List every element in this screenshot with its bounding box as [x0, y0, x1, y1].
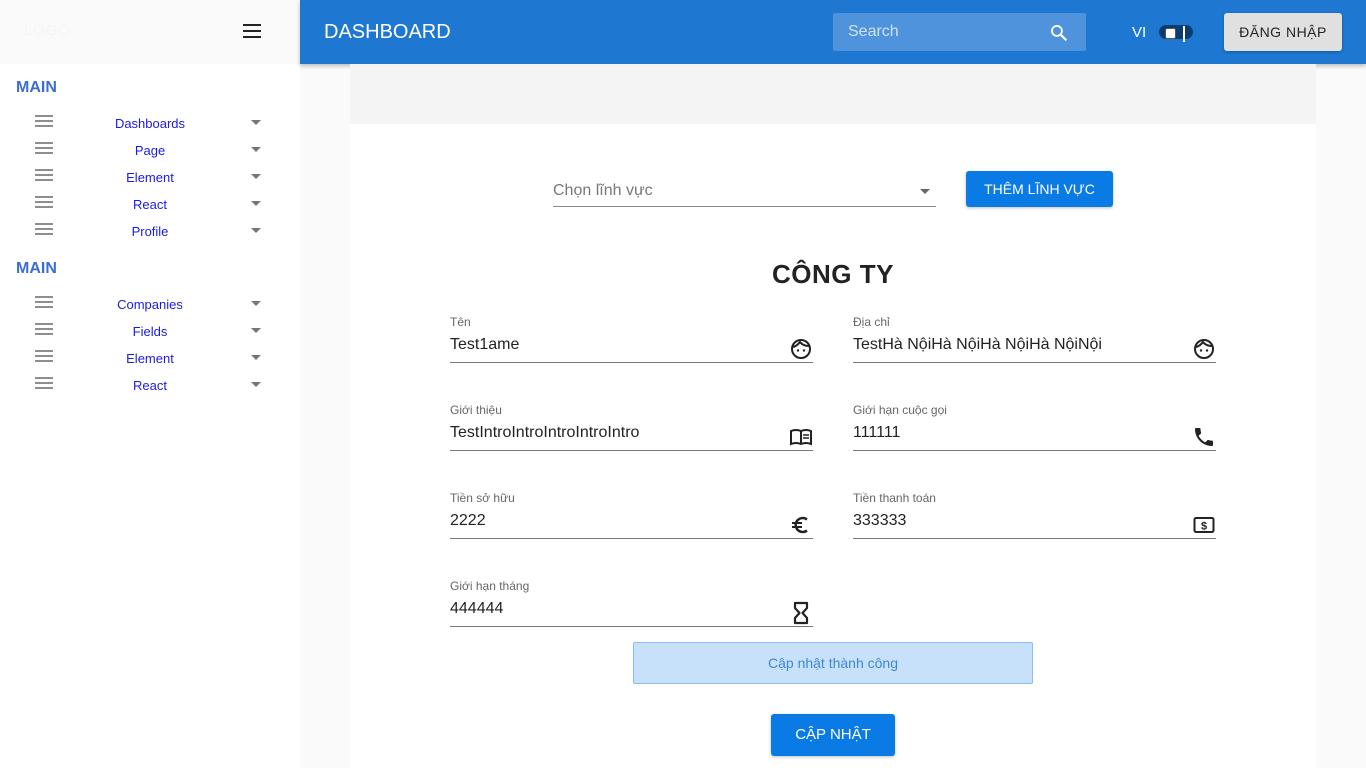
face-icon — [791, 339, 811, 359]
sidebar-item-label: Element — [126, 351, 174, 366]
list-icon — [35, 142, 53, 157]
field-label: Giới thiệu — [450, 403, 502, 417]
top-app-bar: DASHBOARD VI ĐĂNG NHẬP — [300, 0, 1366, 64]
sidebar-item-dashboards[interactable]: Dashboards — [0, 109, 300, 136]
field-label: Giới hạn cuộc gọi — [853, 403, 947, 417]
list-icon — [35, 169, 53, 184]
search-input[interactable] — [833, 13, 1043, 51]
sidebar-item-react[interactable]: React — [0, 190, 300, 217]
search-box — [833, 13, 1086, 51]
money-icon: $ — [1193, 517, 1215, 533]
sidebar-item-label: Element — [126, 170, 174, 185]
payment-field: Tiền thanh toán $ — [853, 491, 1216, 539]
list-icon — [35, 323, 53, 338]
sidebar-item-label: React — [133, 197, 167, 212]
menu-book-icon — [790, 429, 812, 446]
intro-input[interactable] — [450, 419, 780, 447]
sidebar-item-label: Profile — [131, 224, 169, 239]
sidebar-item-page[interactable]: Page — [0, 136, 300, 163]
field-label: Địa chỉ — [853, 315, 890, 329]
form-title: CÔNG TY — [772, 259, 894, 289]
list-icon — [35, 196, 53, 211]
sidebar-item-fields[interactable]: Fields — [0, 317, 300, 344]
sidebar-item-label: React — [133, 378, 167, 393]
field-select[interactable]: Chọn lĩnh vực — [553, 175, 936, 207]
list-icon — [35, 350, 53, 365]
owned-money-field: Tiền sở hữu — [450, 491, 813, 539]
list-icon — [35, 223, 53, 238]
sidebar-item-profile[interactable]: Profile — [0, 217, 300, 244]
svg-text:$: $ — [1201, 521, 1207, 533]
arrow-drop-down-icon — [251, 120, 261, 125]
name-field: Tên — [450, 315, 813, 363]
euro-icon — [792, 516, 808, 534]
address-input[interactable] — [853, 331, 1183, 359]
section-title-main-2: MAIN — [16, 260, 57, 277]
arrow-drop-down-icon — [251, 174, 261, 179]
success-toast: Cập nhật thành công — [633, 642, 1033, 684]
hourglass-icon — [793, 601, 809, 625]
arrow-drop-down-icon — [251, 147, 261, 152]
month-limit-field: Giới hạn tháng — [450, 579, 813, 627]
address-field: Địa chỉ — [853, 315, 1216, 363]
login-button[interactable]: ĐĂNG NHẬP — [1224, 13, 1342, 51]
phone-icon — [1195, 428, 1213, 446]
intro-field: Giới thiệu — [450, 403, 813, 451]
sidebar-item-label: Page — [134, 143, 166, 158]
menu-icon[interactable] — [240, 20, 264, 44]
sidebar-item-element[interactable]: Element — [0, 163, 300, 190]
arrow-drop-down-icon — [251, 301, 261, 306]
field-label: Giới hạn tháng — [450, 579, 530, 593]
arrow-drop-down-icon — [251, 355, 261, 360]
call-limit-field: Giới hạn cuộc gọi — [853, 403, 1216, 451]
sidebar-header: LOGO — [0, 0, 300, 64]
sidebar-item-element-2[interactable]: Element — [0, 344, 300, 371]
update-button[interactable]: CẬP NHẬT — [771, 714, 895, 756]
toggle-knob — [1183, 26, 1185, 42]
sidebar-item-react-2[interactable]: React — [0, 371, 300, 398]
content-header-band — [350, 64, 1316, 124]
payment-input[interactable] — [853, 507, 1183, 535]
field-label: Tiền sở hữu — [450, 491, 515, 505]
arrow-drop-down-icon — [251, 201, 261, 206]
select-placeholder: Chọn lĩnh vực — [553, 182, 653, 199]
arrow-drop-down-icon — [251, 328, 261, 333]
name-input[interactable] — [450, 331, 780, 359]
language-label: VI — [1132, 24, 1147, 41]
list-icon — [35, 296, 53, 311]
field-label: Tiền thanh toán — [853, 491, 936, 505]
arrow-drop-down-icon — [251, 382, 261, 387]
arrow-drop-down-icon — [251, 228, 261, 233]
search-icon[interactable] — [1049, 23, 1069, 43]
page-title: DASHBOARD — [324, 21, 451, 43]
logo: LOGO — [24, 22, 72, 39]
field-label: Tên — [450, 315, 471, 329]
arrow-drop-down-icon — [920, 189, 930, 194]
call-limit-input[interactable] — [853, 419, 1183, 447]
language-toggle[interactable] — [1159, 25, 1193, 42]
sidebar-item-label: Dashboards — [114, 116, 186, 131]
owned-money-input[interactable] — [450, 507, 780, 535]
sidebar: LOGO MAIN Dashboards Page Element React … — [0, 0, 300, 768]
sidebar-item-label: Companies — [117, 297, 183, 312]
list-icon — [35, 377, 53, 392]
face-icon — [1194, 339, 1214, 359]
sidebar-item-label: Fields — [132, 324, 168, 339]
add-field-button[interactable]: THÊM LĨNH VỰC — [966, 171, 1113, 207]
toggle-checkbox — [1165, 28, 1176, 39]
sidebar-item-companies[interactable]: Companies — [0, 290, 300, 317]
month-limit-input[interactable] — [450, 595, 780, 623]
list-icon — [35, 115, 53, 130]
section-title-main: MAIN — [16, 79, 57, 96]
